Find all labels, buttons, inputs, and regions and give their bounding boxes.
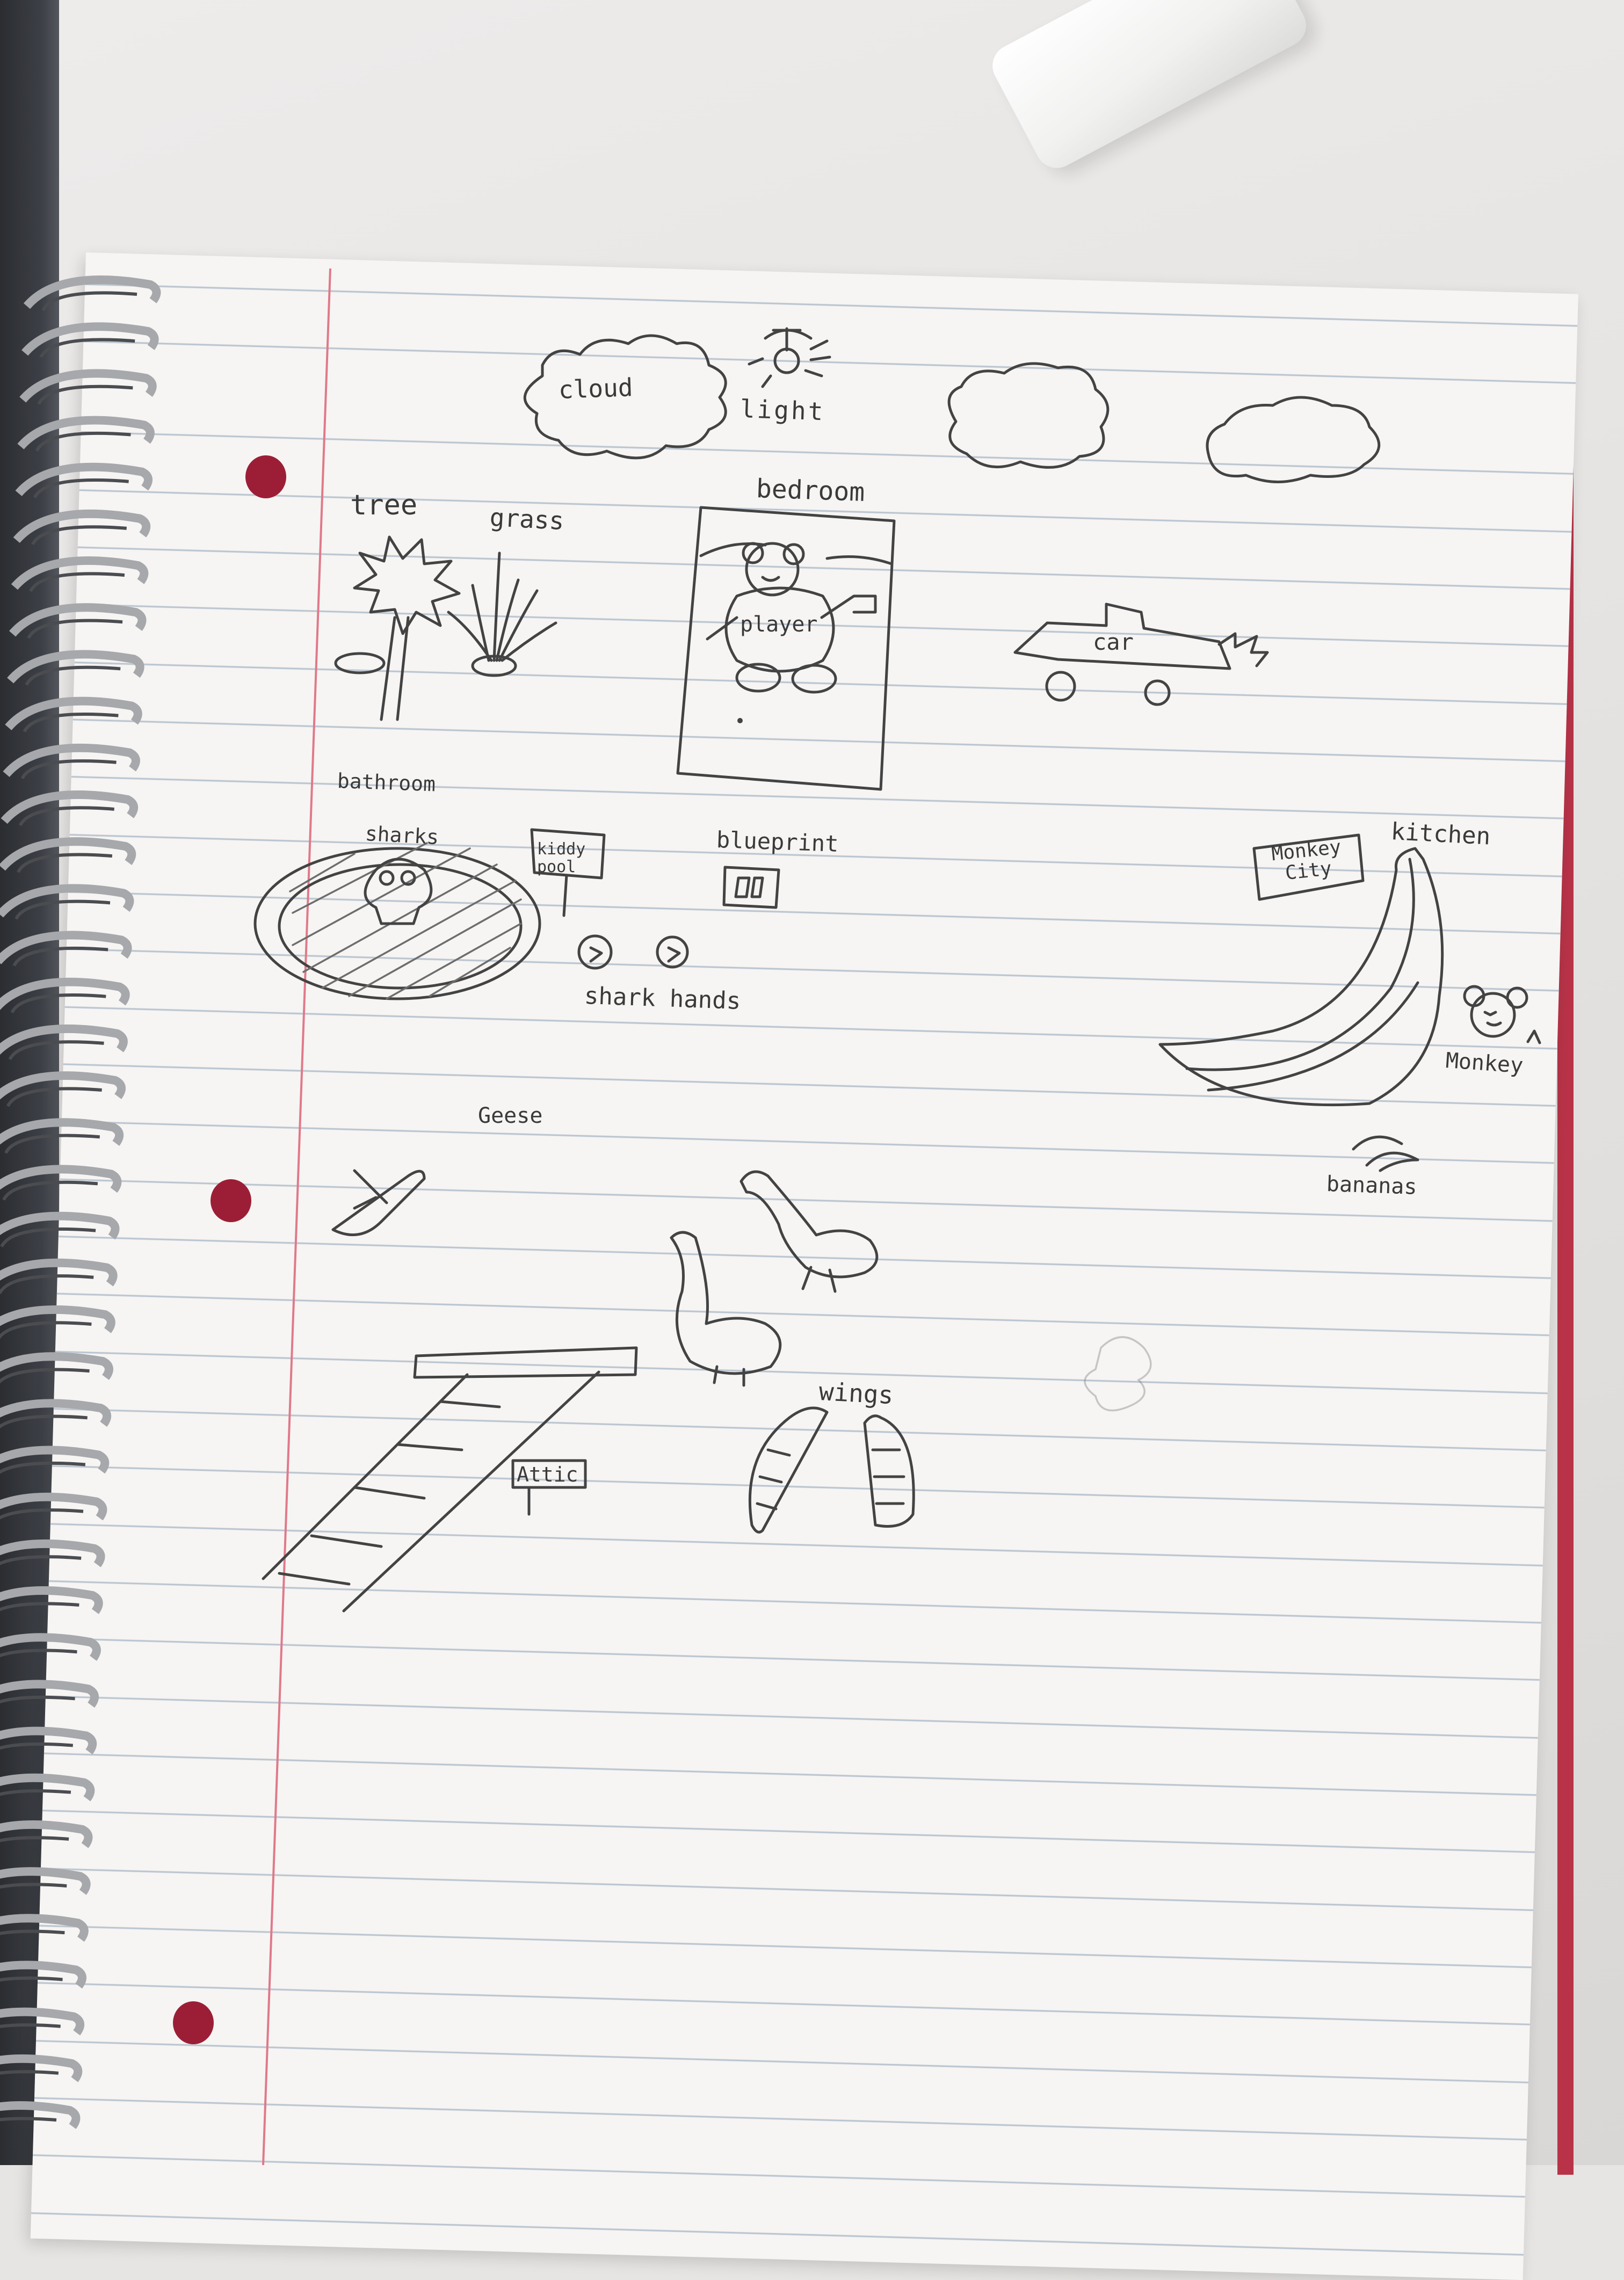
spiral-ring-shadow (25, 665, 121, 686)
shark-hands-label: shark hands (584, 982, 742, 1015)
spiral-ring-shadow (4, 1134, 100, 1154)
shark-hands-drawing (577, 934, 689, 970)
cloud-label: cloud (558, 373, 634, 404)
spiral-ring-shadow (0, 2070, 59, 2075)
light-bulb-drawing (748, 327, 831, 388)
spiral-ring-shadow (2, 1180, 98, 1201)
banana-drawing (1158, 847, 1444, 1107)
car-drawing (1013, 602, 1269, 706)
spiral-ring-shadow (23, 712, 119, 733)
spiral-ring-shadow (6, 1087, 102, 1107)
spiral-ring-shadow (33, 478, 129, 499)
monkey-drawing (1463, 985, 1541, 1044)
margin-line (262, 268, 331, 2165)
spiral-ring-shadow (0, 1368, 90, 1384)
bathroom-label: bathroom (337, 769, 436, 796)
bananas-drawing (1352, 1135, 1419, 1172)
punch-hole-top (245, 455, 286, 498)
spiral-ring-shadow (27, 619, 123, 639)
attic-label: Attic (517, 1463, 578, 1486)
cloud-drawing-2 (947, 362, 1110, 469)
bedroom-drawing (676, 506, 896, 791)
spiral-ring-shadow (0, 1602, 79, 1611)
spiral-ring-shadow (18, 806, 114, 826)
sharks-label: sharks (364, 822, 440, 849)
spiral-ring-shadow (0, 1789, 71, 1796)
goose-drawing-1 (740, 1170, 879, 1293)
spiral-ring-shadow (15, 899, 111, 920)
spiral-ring-shadow (0, 1508, 84, 1520)
spiral-ring-shadow (0, 1461, 86, 1474)
spiral-ring-shadow (37, 384, 133, 405)
attic-ladder-drawing (262, 1346, 638, 1613)
spiral-ring-shadow (12, 946, 108, 967)
spiral-ring-shadow (0, 1742, 74, 1750)
flying-bird-drawing (331, 1169, 426, 1237)
spiral-ring-shadow (10, 993, 106, 1014)
spiral-ring-shadow (0, 2117, 57, 2122)
bathroom-pool-drawing (253, 842, 541, 1000)
spiral-ring-shadow (0, 1695, 75, 1704)
punch-hole-bottom (173, 2001, 214, 2044)
wings-label: wings (818, 1377, 894, 1410)
monkey-label: Monkey (1445, 1048, 1524, 1079)
spiral-ring-shadow (35, 431, 131, 452)
spiral-ring-shadow (31, 525, 127, 546)
spiral-ring-shadow (0, 2023, 61, 2028)
notebook-sketches (0, 268, 1541, 2165)
player-label: player (740, 612, 818, 637)
blueprint-drawing (722, 866, 780, 909)
bananas-label: bananas (1326, 1172, 1418, 1200)
cloud-drawing-3 (1206, 396, 1381, 483)
spiral-ring-shadow (0, 1227, 96, 1248)
geese-label: Geese (478, 1103, 543, 1128)
spiral-ring-shadow (39, 338, 135, 358)
spiral-ring-shadow (0, 1883, 67, 1889)
spiral-ring-shadow (0, 1321, 92, 1340)
spiral-ring-shadow (0, 1929, 65, 1935)
grass-label: grass (489, 503, 565, 536)
goose-drawing-2 (670, 1231, 782, 1387)
spiral-ring-shadow (0, 1836, 69, 1842)
grass-drawing (447, 551, 557, 677)
spiral-ring-shadow (0, 1649, 77, 1658)
spiral-ring-shadow (29, 572, 125, 592)
blueprint-label: blueprint (716, 826, 839, 857)
spiral-ring-shadow (0, 1976, 63, 1982)
kiddy-pool-label: kiddy pool (537, 840, 586, 876)
erased-doodle (1084, 1336, 1152, 1412)
spiral-ring-shadow (20, 759, 117, 780)
spiral-ring-shadow (0, 1414, 88, 1429)
spiral-ring-shadow (0, 1274, 94, 1295)
light-label: light (740, 394, 826, 426)
tree-drawing (334, 535, 461, 721)
kitchen-label: kitchen (1390, 818, 1491, 851)
wing-drawing-right (863, 1414, 915, 1528)
tree-label: tree (350, 489, 418, 521)
spiral-ring-shadow (8, 1040, 104, 1061)
spiral-ring-shadow (0, 1555, 82, 1565)
punch-hole-middle (211, 1179, 251, 1222)
spiral-ring-shadow (41, 291, 137, 311)
bedroom-label: bedroom (756, 474, 866, 508)
spiral-binding (0, 275, 161, 2129)
car-label: car (1093, 629, 1134, 655)
spiral-ring-shadow (17, 853, 113, 873)
wing-drawing-left (748, 1406, 829, 1534)
